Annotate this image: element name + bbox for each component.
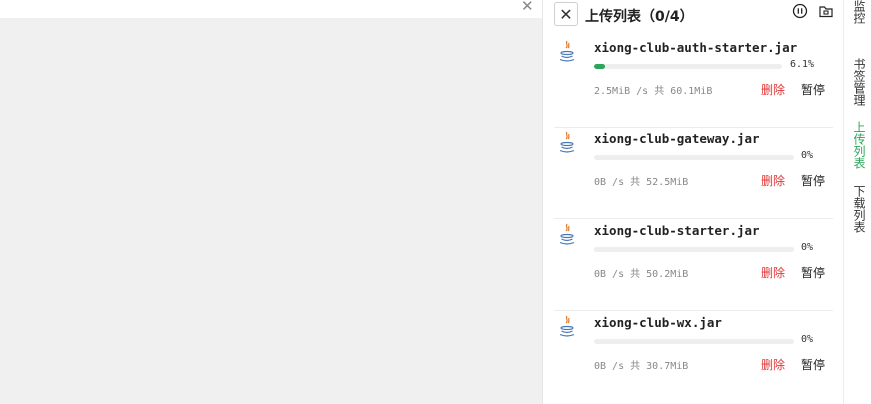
- transfer-speed: 0B /s 共 50.2MiB: [594, 269, 689, 280]
- pause-circle-icon[interactable]: [792, 3, 808, 19]
- java-file-icon: [559, 40, 575, 62]
- upload-item: xiong-club-starter.jar 0% 0B /s 共 50.2MiB 删…: [543, 220, 844, 311]
- tab-monitor[interactable]: 监控: [851, 0, 868, 24]
- progress-bar: [594, 339, 794, 344]
- pause-button[interactable]: 暂停: [801, 81, 825, 98]
- tab-bookmarks[interactable]: 书签管理: [851, 58, 868, 106]
- progress-percent: 0%: [801, 150, 814, 161]
- transfer-speed: 2.5MiB /s 共 60.1MiB: [594, 86, 713, 97]
- progress-percent: 0%: [801, 242, 814, 253]
- file-name: xiong-club-wx.jar: [594, 315, 722, 330]
- file-name: xiong-club-gateway.jar: [594, 131, 760, 146]
- pause-button[interactable]: 暂停: [801, 172, 825, 189]
- progress-bar: [594, 64, 782, 69]
- pause-button[interactable]: 暂停: [801, 264, 825, 281]
- java-file-icon: [559, 315, 575, 337]
- delete-button[interactable]: 删除: [761, 172, 785, 189]
- pause-button[interactable]: 暂停: [801, 356, 825, 373]
- file-name: xiong-club-starter.jar: [594, 223, 760, 238]
- tab-upload-list[interactable]: 上传列表: [851, 121, 868, 169]
- close-panel-button[interactable]: ✕: [554, 2, 578, 26]
- upload-item: xiong-club-gateway.jar 0% 0B /s 共 52.5MiB 删…: [543, 128, 844, 219]
- app-window: ✕ ✕ 上传列表（0/4） xiong-club-auth-starter.ja…: [0, 0, 871, 404]
- progress-percent: 6.1%: [790, 59, 815, 70]
- panel-title: 上传列表（0/4）: [585, 9, 694, 25]
- progress-bar: [594, 155, 794, 160]
- java-file-icon: [559, 131, 575, 153]
- delete-button[interactable]: 删除: [761, 81, 785, 98]
- folder-icon[interactable]: [818, 3, 834, 19]
- upload-panel: ✕ 上传列表（0/4） xiong-club-auth-starter.jar 6…: [542, 0, 843, 404]
- tab-download-list[interactable]: 下载列表: [851, 185, 868, 233]
- transfer-speed: 0B /s 共 52.5MiB: [594, 177, 689, 188]
- right-sidebar: 监控 书签管理 上传列表 下载列表: [843, 0, 871, 404]
- delete-button[interactable]: 删除: [761, 264, 785, 281]
- progress-bar: [594, 247, 794, 252]
- upload-item: xiong-club-auth-starter.jar 6.1% 2.5MiB /s…: [543, 37, 844, 128]
- main-content-area: [0, 18, 542, 404]
- left-tab-strip: [0, 0, 542, 18]
- progress-percent: 0%: [801, 334, 814, 345]
- file-name: xiong-club-auth-starter.jar: [594, 40, 798, 55]
- close-tab-icon[interactable]: ✕: [521, 0, 534, 14]
- delete-button[interactable]: 删除: [761, 356, 785, 373]
- progress-fill: [594, 64, 606, 69]
- upload-item: xiong-club-wx.jar 0% 0B /s 共 30.7MiB 删除 暂停: [543, 312, 844, 403]
- divider: [554, 218, 833, 219]
- divider: [554, 310, 833, 311]
- java-file-icon: [559, 223, 575, 245]
- transfer-speed: 0B /s 共 30.7MiB: [594, 361, 689, 372]
